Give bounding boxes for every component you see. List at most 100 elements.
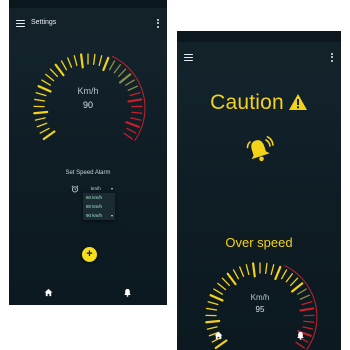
gauge-tick bbox=[54, 63, 65, 77]
gauge-tick bbox=[67, 57, 73, 68]
gauge-tick bbox=[274, 265, 282, 281]
gauge-tick bbox=[49, 68, 59, 78]
gauge-tick bbox=[239, 266, 245, 277]
gauge-tick bbox=[39, 127, 50, 134]
speed-alarm-title: Set Speed Alarm bbox=[65, 170, 111, 176]
menu-button[interactable] bbox=[11, 8, 29, 38]
speedometer-gauge bbox=[33, 53, 146, 141]
gauge-tick bbox=[213, 288, 224, 295]
chevron-down-icon bbox=[111, 188, 113, 190]
nav-home[interactable] bbox=[9, 280, 88, 305]
app-bar: Settings bbox=[9, 8, 167, 38]
notification-bell-icon bbox=[124, 288, 131, 297]
gauge-tick bbox=[285, 273, 293, 283]
gauge-tick bbox=[45, 73, 55, 82]
gauge-tick bbox=[130, 117, 142, 121]
dropdown-option[interactable]: 90 km/h bbox=[83, 211, 115, 220]
caution-heading: Caution bbox=[177, 91, 341, 115]
status-bar bbox=[9, 0, 167, 8]
nav-notifications[interactable] bbox=[88, 280, 167, 305]
gauge-tick bbox=[207, 301, 219, 306]
add-icon: + bbox=[86, 247, 93, 260]
caution-text: Caution bbox=[210, 91, 284, 114]
gauge-tick bbox=[42, 130, 56, 141]
caution-screen: Caution Over speed Km/h 95 bbox=[177, 31, 341, 350]
gauge-tick bbox=[126, 127, 137, 134]
gauge-tick bbox=[217, 282, 227, 291]
nav-home[interactable] bbox=[177, 321, 259, 350]
gauge-tick bbox=[125, 79, 135, 86]
over-speed-label: Over speed bbox=[225, 235, 293, 250]
speed-unit-label: Km/h bbox=[77, 86, 99, 96]
gauge-tick bbox=[113, 64, 121, 74]
add-alarm-button[interactable]: + bbox=[82, 247, 97, 262]
gauge-tick bbox=[79, 53, 84, 69]
dropdown-option[interactable]: 80 km/h bbox=[83, 202, 115, 211]
overflow-menu-button[interactable] bbox=[323, 42, 341, 72]
status-bar bbox=[177, 31, 341, 42]
gauge-tick bbox=[245, 264, 250, 276]
page-title: Settings bbox=[31, 19, 57, 26]
menu-button[interactable] bbox=[179, 42, 197, 72]
gauge-tick bbox=[299, 307, 315, 312]
gauge-tick bbox=[102, 56, 110, 72]
app-bar bbox=[177, 42, 341, 72]
gauge-tick bbox=[60, 60, 68, 71]
gauge-tick bbox=[301, 301, 313, 306]
gauge-tick bbox=[98, 55, 103, 67]
gauge-tick bbox=[129, 92, 141, 97]
dropdown-option-label: 90 km/h bbox=[86, 213, 103, 218]
notification-bell-icon bbox=[296, 331, 304, 340]
gauge-tick bbox=[127, 98, 143, 103]
gauge-tick bbox=[92, 53, 96, 66]
gauge-tick bbox=[41, 79, 52, 86]
gauge-tick bbox=[117, 68, 127, 78]
hamburger-menu-icon bbox=[183, 53, 193, 61]
gauge-tick bbox=[270, 264, 275, 276]
hamburger-menu-icon bbox=[15, 19, 25, 27]
gauge-tick bbox=[123, 132, 133, 140]
gauge-tick bbox=[37, 85, 52, 93]
gauge-tick bbox=[108, 60, 116, 71]
home-icon bbox=[44, 288, 53, 297]
gauge-tick bbox=[36, 122, 48, 128]
gauge-tick bbox=[206, 307, 218, 311]
speed-value: 90 bbox=[82, 100, 93, 110]
gauge-tick bbox=[297, 288, 307, 295]
gauge-tick bbox=[34, 98, 46, 102]
gauge-tick bbox=[290, 282, 304, 293]
settings-screen: Settings Km/h 90 Set Speed Alarm km/h 60… bbox=[9, 0, 167, 305]
gauge-tick bbox=[33, 110, 49, 115]
dropdown-option[interactable]: 60 km/h bbox=[83, 193, 115, 202]
speed-select[interactable]: km/h bbox=[83, 184, 115, 193]
gauge-tick bbox=[280, 269, 288, 280]
overflow-menu-button[interactable] bbox=[149, 8, 167, 38]
gauge-tick bbox=[264, 262, 268, 275]
gauge-tick bbox=[289, 277, 299, 287]
home-icon bbox=[214, 331, 222, 340]
nav-notifications[interactable] bbox=[259, 321, 341, 350]
speed-unit-label: Km/h bbox=[250, 293, 270, 302]
chevron-down-icon bbox=[111, 215, 113, 217]
gauge-tick bbox=[299, 294, 311, 300]
gauge-tick bbox=[226, 272, 237, 286]
bottom-nav bbox=[177, 321, 341, 350]
gauge-tick bbox=[232, 269, 240, 280]
bell-ringing-icon bbox=[246, 136, 274, 162]
gauge-tick bbox=[251, 262, 256, 278]
gauge-tick bbox=[125, 121, 140, 128]
gauge-tick bbox=[221, 277, 231, 287]
bottom-nav bbox=[9, 280, 167, 305]
gauge-tick bbox=[73, 55, 78, 67]
speed-select-value: km/h bbox=[91, 186, 101, 191]
speed-options-dropdown: 60 km/h 80 km/h 90 km/h bbox=[83, 193, 115, 220]
more-vert-icon bbox=[157, 18, 159, 28]
gauge-tick bbox=[209, 294, 224, 302]
gauge-tick bbox=[118, 73, 132, 84]
warning-triangle-icon bbox=[288, 93, 307, 110]
gauge-tick bbox=[127, 85, 139, 91]
gauge-tick bbox=[35, 92, 47, 97]
speed-value: 95 bbox=[255, 305, 265, 314]
gauge-tick bbox=[131, 111, 143, 114]
gauge-tick bbox=[34, 117, 46, 121]
